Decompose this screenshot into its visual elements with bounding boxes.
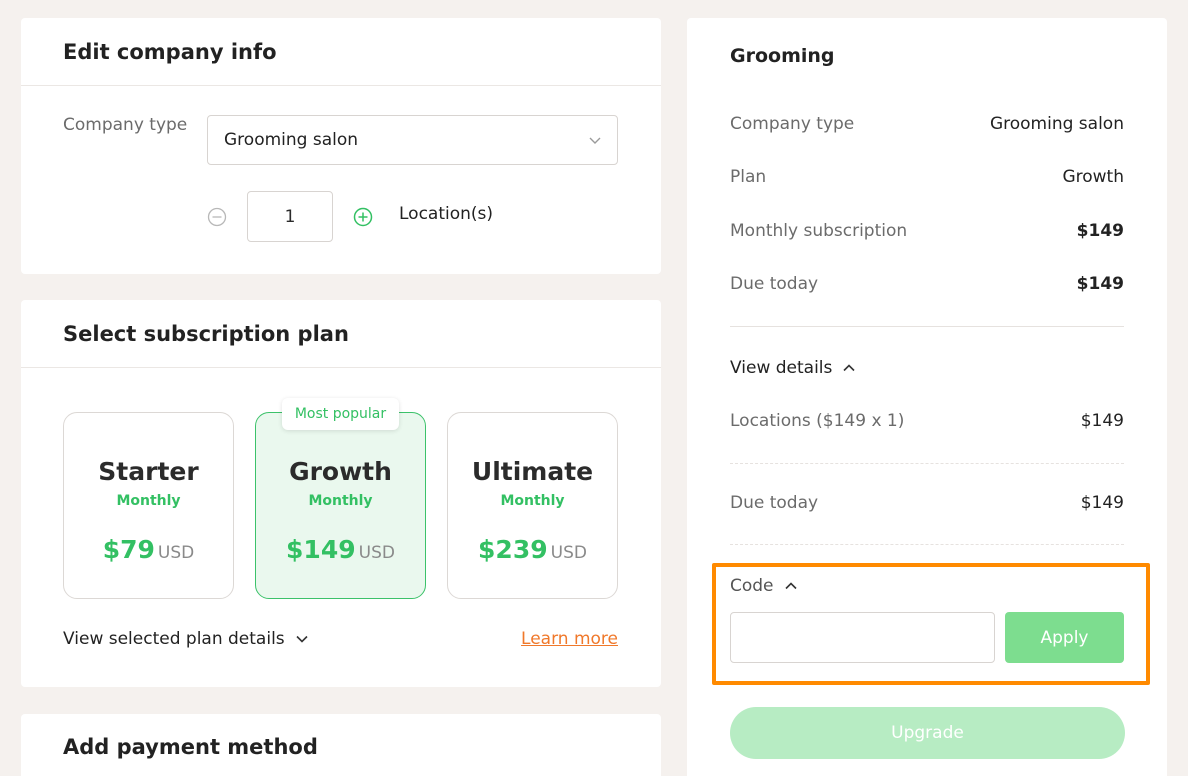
plan-price: $149 xyxy=(286,535,356,564)
payment-method-title: Add payment method xyxy=(63,735,318,759)
plus-circle-icon xyxy=(353,207,373,227)
view-plan-details-label: View selected plan details xyxy=(63,629,285,649)
locations-label: Location(s) xyxy=(399,204,494,224)
plan-option-ultimate[interactable]: Ultimate Monthly $239 USD xyxy=(447,412,618,599)
plan-currency: USD xyxy=(550,543,587,563)
subscription-plan-card: Select subscription plan Starter Monthly… xyxy=(21,300,661,687)
divider xyxy=(730,544,1124,545)
upgrade-button[interactable]: Upgrade xyxy=(730,707,1125,759)
edit-company-info-card: Edit company info Company type Grooming … xyxy=(21,18,661,274)
plan-option-starter[interactable]: Starter Monthly $79 USD xyxy=(63,412,234,599)
summary-row-value: Grooming salon xyxy=(989,114,1124,134)
locations-row-value: $149 xyxy=(1080,411,1124,431)
promo-code-input[interactable] xyxy=(730,612,995,663)
increment-locations-button[interactable] xyxy=(353,207,373,231)
summary-row: Company type Grooming salon xyxy=(730,114,1124,134)
divider xyxy=(730,326,1124,327)
learn-more-link[interactable]: Learn more xyxy=(521,629,618,649)
plan-name: Growth xyxy=(289,457,392,486)
due-today-label: Due today xyxy=(730,493,819,513)
apply-code-button[interactable]: Apply xyxy=(1005,612,1124,663)
due-today-row: Due today $149 xyxy=(730,493,1124,513)
summary-row-label: Due today xyxy=(730,274,819,294)
summary-row-label: Plan xyxy=(730,167,767,187)
company-type-select[interactable]: Grooming salon xyxy=(207,115,618,165)
plan-frequency: Monthly xyxy=(308,493,373,509)
locations-row: Locations ($149 x 1) $149 xyxy=(730,411,1124,431)
order-summary-card: Grooming Company type Grooming salon Pla… xyxy=(687,18,1167,776)
company-type-value: Grooming salon xyxy=(224,130,359,150)
summary-row-value: $149 xyxy=(1076,221,1124,241)
due-today-value: $149 xyxy=(1080,493,1124,513)
plan-price: $79 xyxy=(102,535,155,564)
summary-row: Plan Growth xyxy=(730,167,1124,187)
summary-row-value: $149 xyxy=(1076,274,1124,294)
plan-price: $239 xyxy=(478,535,548,564)
company-type-label: Company type xyxy=(63,115,188,135)
view-details-label: View details xyxy=(730,358,833,378)
plan-frequency: Monthly xyxy=(116,493,181,509)
locations-quantity-input[interactable]: 1 xyxy=(247,191,333,242)
summary-row: Due today $149 xyxy=(730,274,1124,294)
plan-name: Ultimate xyxy=(471,457,594,486)
chevron-up-icon xyxy=(784,582,797,590)
summary-title: Grooming xyxy=(730,45,835,67)
plan-frequency: Monthly xyxy=(500,493,565,509)
locations-row-label: Locations ($149 x 1) xyxy=(730,411,905,431)
edit-company-info-title: Edit company info xyxy=(21,18,661,86)
decrement-locations-button[interactable] xyxy=(207,207,227,231)
chevron-down-icon xyxy=(296,635,308,643)
minus-circle-icon xyxy=(207,207,227,227)
code-toggle[interactable]: Code xyxy=(730,576,799,596)
summary-row-label: Monthly subscription xyxy=(730,221,908,241)
code-label: Code xyxy=(730,576,774,596)
plan-name: Starter xyxy=(98,457,199,486)
plan-currency: USD xyxy=(157,543,195,563)
view-selected-plan-details-toggle[interactable]: View selected plan details xyxy=(63,629,310,649)
summary-row-label: Company type xyxy=(730,114,855,134)
summary-row-value: Growth xyxy=(1062,167,1124,187)
summary-row: Monthly subscription $149 xyxy=(730,221,1124,241)
plan-currency: USD xyxy=(358,543,395,563)
plan-option-growth[interactable]: Growth Monthly $149 USD xyxy=(255,412,426,599)
view-details-toggle[interactable]: View details xyxy=(730,358,857,378)
divider xyxy=(730,463,1124,464)
chevron-down-icon xyxy=(587,132,603,153)
chevron-up-icon xyxy=(843,364,855,372)
most-popular-badge: Most popular xyxy=(282,398,399,430)
subscription-plan-title: Select subscription plan xyxy=(21,300,661,368)
payment-method-card: Add payment method xyxy=(21,714,661,776)
